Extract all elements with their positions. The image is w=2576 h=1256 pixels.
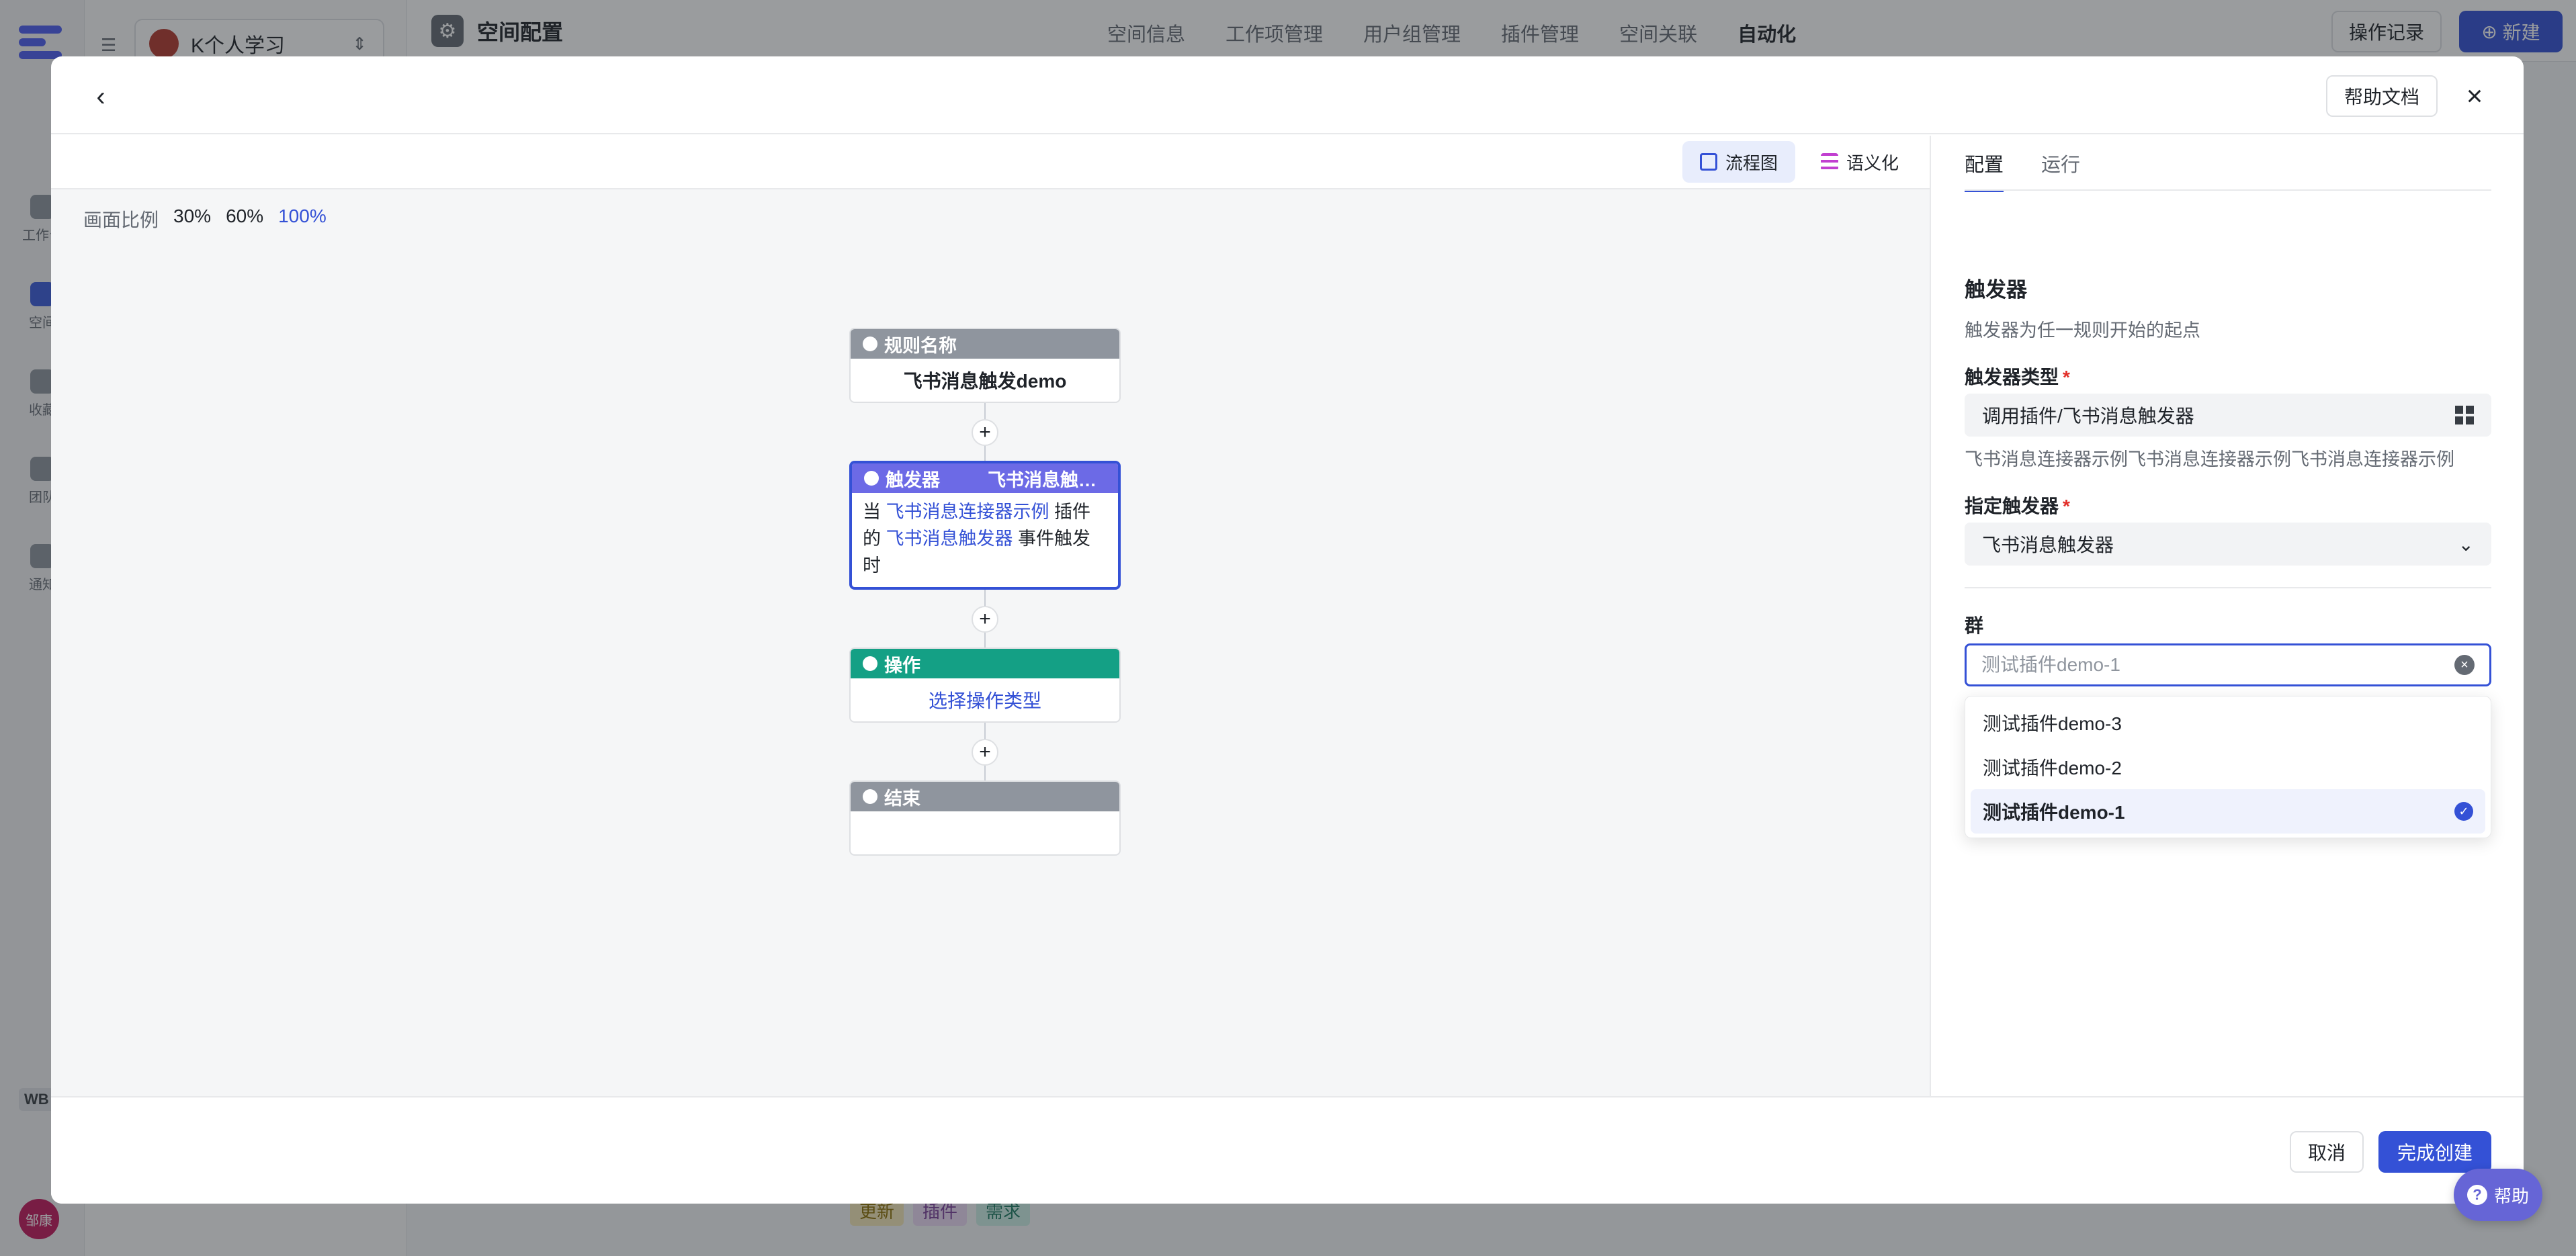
- cancel-button[interactable]: 取消: [2290, 1131, 2364, 1173]
- section-description: 触发器为任一规则开始的起点: [1965, 320, 2200, 341]
- rule-name-text: 飞书消息触发demo: [903, 371, 1067, 392]
- group-input[interactable]: [1981, 654, 2454, 676]
- check-icon: ✓: [2454, 802, 2473, 821]
- specify-trigger-select[interactable]: 飞书消息触发器 ⌄: [1965, 523, 2491, 566]
- trigger-type-label: 触发器类型 *: [1965, 367, 2070, 388]
- flowchart-icon: [1700, 153, 1717, 171]
- add-step-button[interactable]: +: [972, 419, 998, 446]
- trigger-description: 当 飞书消息连接器示例 插件的 飞书消息触发器 事件触发时: [863, 502, 1091, 576]
- trigger-node-subtitle: 飞书消息触发器: [988, 469, 1109, 490]
- end-node: 结束: [849, 780, 1121, 856]
- select-action-type[interactable]: 选择操作类型: [851, 678, 1119, 721]
- semantic-view-button[interactable]: 语义化: [1803, 141, 1916, 183]
- add-step-button[interactable]: +: [972, 606, 998, 633]
- trigger-type-hint: 飞书消息连接器示例飞书消息连接器示例飞书消息连接器示例: [1965, 449, 2454, 469]
- play-icon: [863, 337, 877, 351]
- plugin-link[interactable]: 飞书消息连接器示例: [886, 502, 1049, 522]
- clear-icon[interactable]: ×: [2454, 655, 2475, 675]
- list-icon: [1821, 153, 1838, 171]
- panel-tabs: 配置 运行: [1965, 149, 2080, 192]
- zoom-100[interactable]: 100%: [278, 206, 327, 232]
- specify-trigger-label: 指定触发器 *: [1965, 496, 2070, 517]
- group-dropdown: 测试插件demo-3 测试插件demo-2 测试插件demo-1 ✓: [1965, 696, 2491, 838]
- flowchart-view-button[interactable]: 流程图: [1682, 141, 1796, 183]
- group-search-input[interactable]: ×: [1965, 643, 2491, 686]
- back-arrow-icon[interactable]: ‹: [85, 81, 117, 113]
- trigger-node[interactable]: 触发器 飞书消息触发器 当 飞书消息连接器示例 插件的 飞书消息触发器 事件触发…: [849, 461, 1121, 590]
- rule-name-node[interactable]: 规则名称 飞书消息触发demo: [849, 328, 1121, 403]
- finish-create-button[interactable]: 完成创建: [2378, 1131, 2491, 1173]
- section-title: 触发器: [1965, 278, 2027, 302]
- group-label: 群: [1965, 615, 1984, 636]
- zoom-control: 画面比例 30% 60% 100%: [83, 206, 327, 232]
- action-icon: [863, 656, 877, 671]
- dropdown-option[interactable]: 测试插件demo-2: [1971, 745, 2485, 789]
- trigger-type-field[interactable]: 调用插件/飞书消息触发器: [1965, 394, 2491, 437]
- tab-config[interactable]: 配置: [1965, 149, 2004, 192]
- zoom-60[interactable]: 60%: [226, 206, 263, 232]
- question-icon: ?: [2466, 1185, 2487, 1205]
- modal-footer: 取消 完成创建: [51, 1096, 2524, 1204]
- add-step-button[interactable]: +: [972, 739, 998, 766]
- modal-header: ‹ 帮助文档 ×: [51, 56, 2524, 134]
- trigger-icon: [864, 471, 879, 486]
- apps-icon[interactable]: [2455, 406, 2474, 424]
- config-panel: 配置 运行 触发器 触发器为任一规则开始的起点 触发器类型 * 调用插件/飞书消息…: [1932, 136, 2524, 1096]
- action-node[interactable]: 操作 选择操作类型: [849, 647, 1121, 723]
- trigger-link[interactable]: 飞书消息触发器: [886, 529, 1013, 549]
- flow-canvas[interactable]: 流程图 语义化 画面比例 30% 60% 100% 规则名称 飞书消息触发dem…: [51, 136, 1931, 1096]
- automation-rule-modal: ‹ 帮助文档 × 流程图 语义化 画面比例 30% 60% 100% 规则名称 …: [51, 56, 2524, 1204]
- help-doc-button[interactable]: 帮助文档: [2326, 75, 2438, 117]
- canvas-toolbar: 流程图 语义化: [51, 136, 1930, 189]
- tab-run[interactable]: 运行: [2041, 149, 2080, 192]
- dropdown-option[interactable]: 测试插件demo-3: [1971, 701, 2485, 745]
- help-float-button[interactable]: ? 帮助: [2454, 1169, 2542, 1221]
- close-icon[interactable]: ×: [2458, 79, 2491, 113]
- rule-flow: 规则名称 飞书消息触发demo + 触发器 飞书消息触发器 当 飞书消息连接器示…: [849, 328, 1121, 856]
- dropdown-option-selected[interactable]: 测试插件demo-1 ✓: [1971, 789, 2485, 834]
- zoom-label: 画面比例: [83, 210, 159, 230]
- chevron-down-icon: ⌄: [2458, 533, 2474, 555]
- stop-icon: [863, 789, 877, 804]
- zoom-30[interactable]: 30%: [173, 206, 211, 232]
